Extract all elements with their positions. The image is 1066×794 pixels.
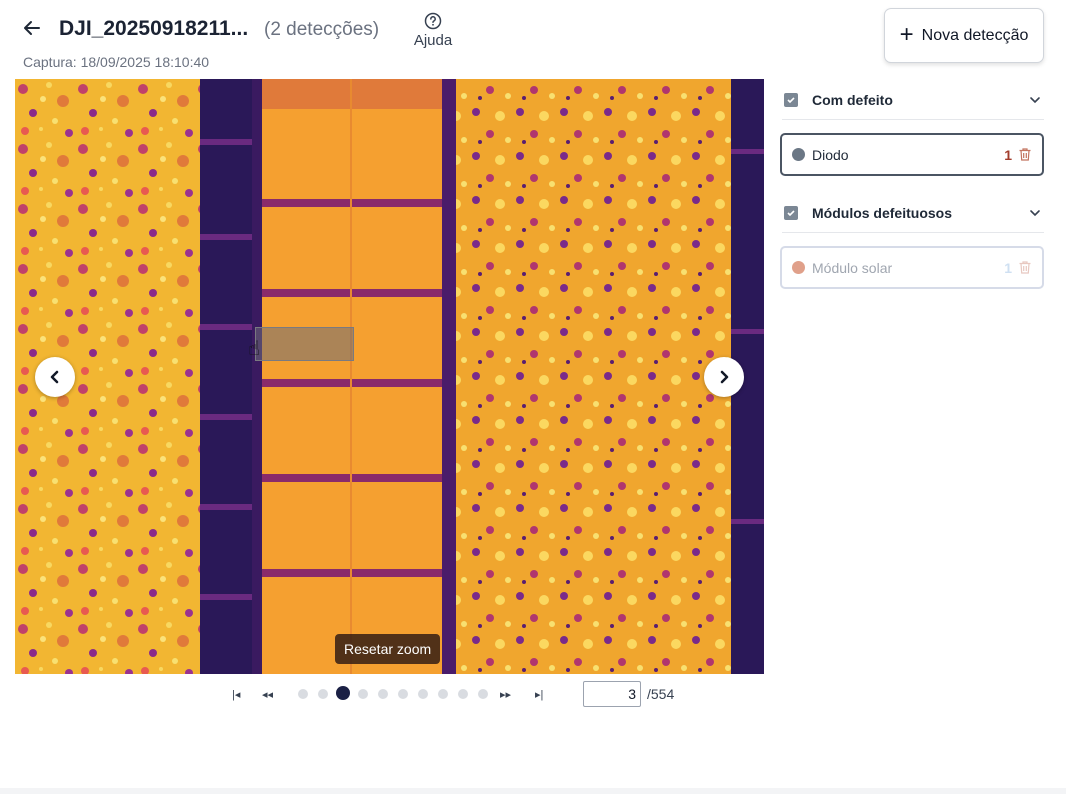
chevron-down-icon[interactable]	[1028, 93, 1042, 107]
page-dot[interactable]	[478, 689, 488, 699]
page-dot[interactable]	[358, 689, 368, 699]
help-button[interactable]: Ajuda	[404, 12, 462, 56]
detection-item-modulo-solar[interactable]: Módulo solar 1	[780, 246, 1044, 289]
last-page-button[interactable]: ▸|	[535, 684, 543, 704]
page-dot[interactable]	[418, 689, 428, 699]
thermal-image	[15, 79, 764, 674]
page-dot[interactable]	[336, 686, 350, 700]
help-label: Ajuda	[413, 32, 453, 49]
page-number-input[interactable]	[583, 681, 641, 707]
detection-bounding-box[interactable]	[255, 327, 354, 361]
page-dot[interactable]	[398, 689, 408, 699]
group-title: Com defeito	[812, 91, 893, 108]
total-pages: /554	[647, 686, 675, 702]
detection-item-label: Módulo solar	[812, 259, 893, 276]
capture-timestamp: Captura: 18/09/2025 18:10:40	[23, 54, 210, 70]
chevron-right-icon	[720, 370, 729, 384]
page-dot[interactable]	[458, 689, 468, 699]
trash-icon[interactable]	[1018, 147, 1032, 162]
class-color-dot	[792, 261, 805, 274]
group-title: Módulos defeituosos	[812, 204, 952, 221]
next-page-button[interactable]: ▸▸	[500, 684, 511, 704]
bottom-divider	[0, 788, 1066, 794]
page-dot[interactable]	[438, 689, 448, 699]
plus-icon: +	[899, 20, 914, 48]
detection-item-count: 1	[1004, 146, 1012, 163]
image-viewer[interactable]: ☝ Resetar zoom	[15, 79, 764, 674]
new-detection-button[interactable]: + Nova detecção	[884, 8, 1044, 63]
reset-zoom-button[interactable]: Resetar zoom	[335, 634, 441, 664]
page-dot[interactable]	[378, 689, 388, 699]
detection-item-count: 1	[1004, 259, 1012, 276]
back-arrow-icon	[24, 21, 40, 35]
class-color-dot	[792, 148, 805, 161]
previous-image-button[interactable]	[35, 357, 75, 397]
chevron-left-icon	[50, 370, 59, 384]
previous-page-button[interactable]: ◂◂	[262, 684, 273, 704]
first-page-button[interactable]: |◂	[232, 684, 240, 704]
group-header-modulos-defeituosos[interactable]: Módulos defeituosos	[782, 193, 1044, 233]
back-button[interactable]	[20, 16, 44, 40]
hand-cursor-icon: ☝	[248, 338, 261, 360]
new-detection-label: Nova detecção	[921, 26, 1029, 44]
next-image-button[interactable]	[704, 357, 744, 397]
page-dot[interactable]	[318, 689, 328, 699]
page-title: DJI_20250918211...	[59, 17, 249, 40]
chevron-down-icon[interactable]	[1028, 206, 1042, 220]
page-dot[interactable]	[298, 689, 308, 699]
help-circle-icon	[424, 12, 442, 30]
pagination: |◂ ◂◂ ▸▸ ▸|	[230, 684, 560, 704]
checkbox-icon[interactable]	[784, 92, 798, 107]
checkbox-icon[interactable]	[784, 205, 798, 220]
trash-icon[interactable]	[1018, 260, 1032, 275]
detections-count: (2 detecções)	[264, 19, 380, 40]
group-header-com-defeito[interactable]: Com defeito	[782, 80, 1044, 120]
detection-item-diodo[interactable]: Diodo 1	[780, 133, 1044, 176]
detection-item-label: Diodo	[812, 146, 849, 163]
